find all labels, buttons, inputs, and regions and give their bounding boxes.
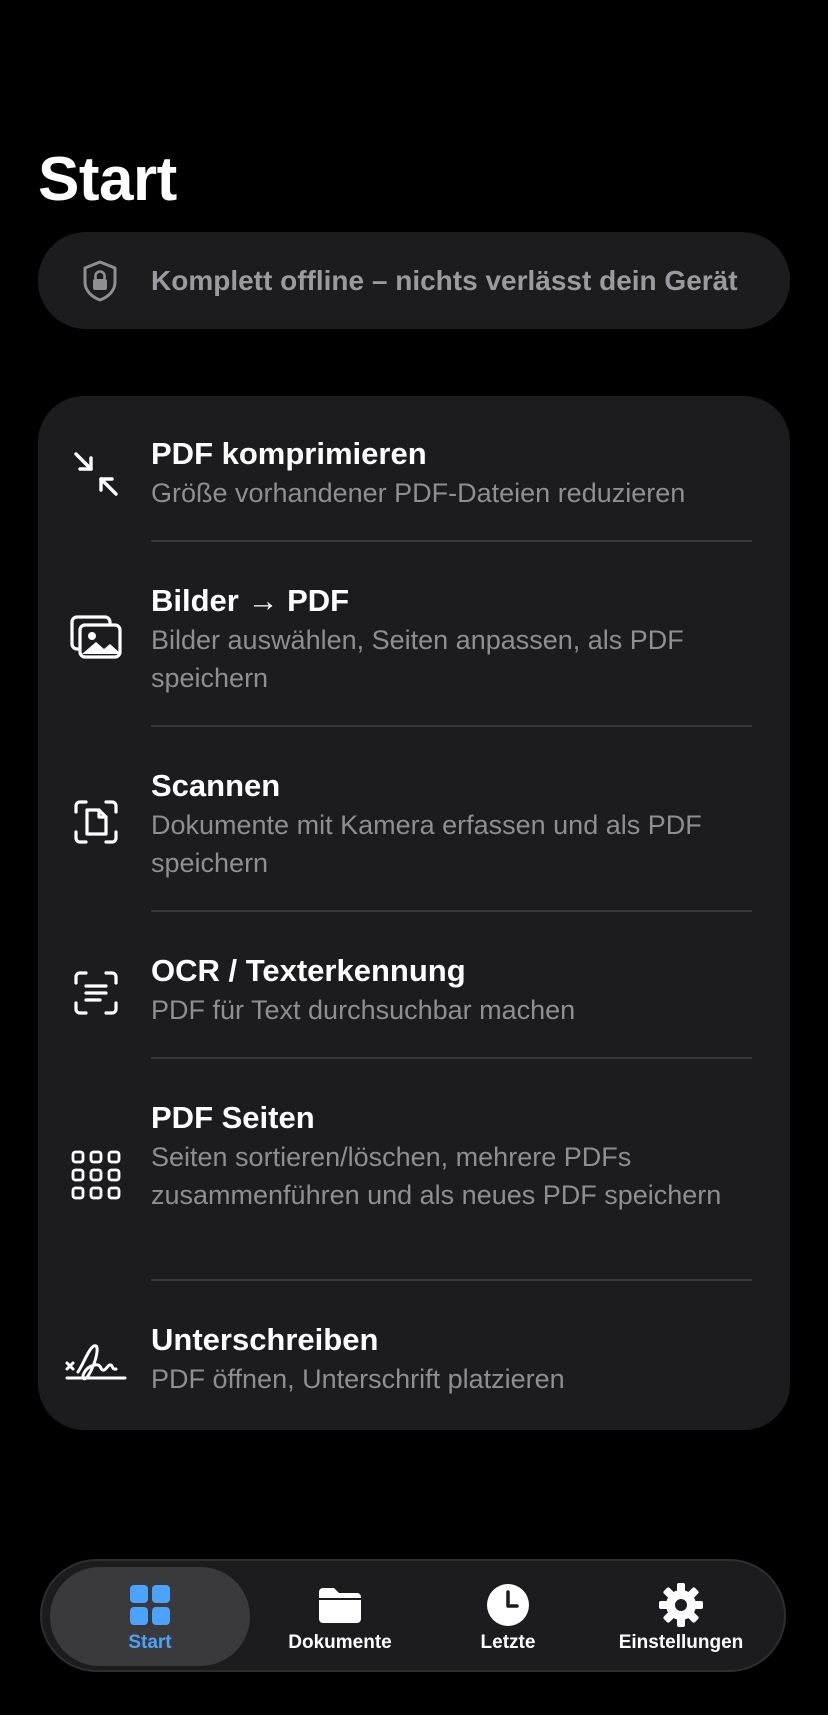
tool-subtitle: PDF öffnen, Unterschrift platzieren (151, 1364, 565, 1394)
signature-icon (64, 1334, 128, 1390)
tool-pdf-pages[interactable]: PDF Seiten Seiten sortieren/löschen, meh… (38, 1098, 790, 1278)
tool-sign[interactable]: Unterschreiben PDF öffnen, Unterschrift … (38, 1320, 790, 1430)
divider (151, 725, 752, 727)
tab-label: Einstellungen (618, 1632, 744, 1653)
divider (151, 910, 752, 912)
page-title: Start (38, 145, 177, 214)
tool-list: PDF komprimieren Größe vorhandener PDF-D… (38, 396, 790, 1430)
text-recognition-icon (68, 965, 124, 1021)
tool-ocr[interactable]: OCR / Texterkennung PDF für Text durchsu… (38, 951, 790, 1061)
tab-bar: Start Dokumente Letzte Einstellungen (40, 1559, 786, 1672)
grid-icon (126, 1581, 174, 1629)
tab-start[interactable]: Start (50, 1567, 250, 1666)
tab-label: Letzte (480, 1632, 536, 1653)
tool-title: PDF Seiten (151, 1100, 315, 1135)
offline-banner: Komplett offline – nichts verlässt dein … (38, 232, 790, 329)
images-icon (68, 609, 124, 665)
tool-images-to-pdf[interactable]: Bilder → PDF Bilder auswählen, Seiten an… (38, 581, 790, 721)
tab-label: Dokumente (288, 1632, 392, 1653)
clock-icon (484, 1581, 532, 1629)
tool-title: Bilder → PDF (151, 583, 350, 618)
folder-icon (316, 1581, 364, 1629)
tool-subtitle: Größe vorhandener PDF-Dateien reduzieren (151, 478, 686, 508)
divider (151, 540, 752, 542)
tab-label: Start (128, 1632, 172, 1653)
tool-title: Scannen (151, 768, 281, 803)
tab-einstellungen[interactable]: Einstellungen (588, 1561, 774, 1670)
shield-lock-icon (80, 260, 120, 302)
tool-title: OCR / Texterkennung (151, 953, 466, 988)
tool-compress-pdf[interactable]: PDF komprimieren Größe vorhandener PDF-D… (38, 434, 790, 544)
tool-subtitle: Bilder auswählen, Seiten anpassen, als P… (151, 625, 684, 693)
gear-icon (657, 1581, 705, 1629)
tab-dokumente[interactable]: Dokumente (252, 1561, 428, 1670)
tool-subtitle: Dokumente mit Kamera erfassen und als PD… (151, 810, 702, 878)
tool-subtitle: PDF für Text durchsuchbar machen (151, 995, 576, 1025)
tab-letzte[interactable]: Letzte (428, 1561, 588, 1670)
tool-title: Unterschreiben (151, 1322, 379, 1357)
grid-pages-icon (68, 1148, 124, 1204)
compress-arrows-icon (68, 446, 124, 502)
document-scan-icon (68, 794, 124, 850)
divider (151, 1279, 752, 1281)
tool-scan[interactable]: Scannen Dokumente mit Kamera erfassen un… (38, 766, 790, 906)
offline-banner-text: Komplett offline – nichts verlässt dein … (151, 265, 738, 296)
tool-subtitle: Seiten sortieren/löschen, mehrere PDFs z… (151, 1142, 722, 1210)
divider (151, 1057, 752, 1059)
tool-title: PDF komprimieren (151, 436, 427, 471)
